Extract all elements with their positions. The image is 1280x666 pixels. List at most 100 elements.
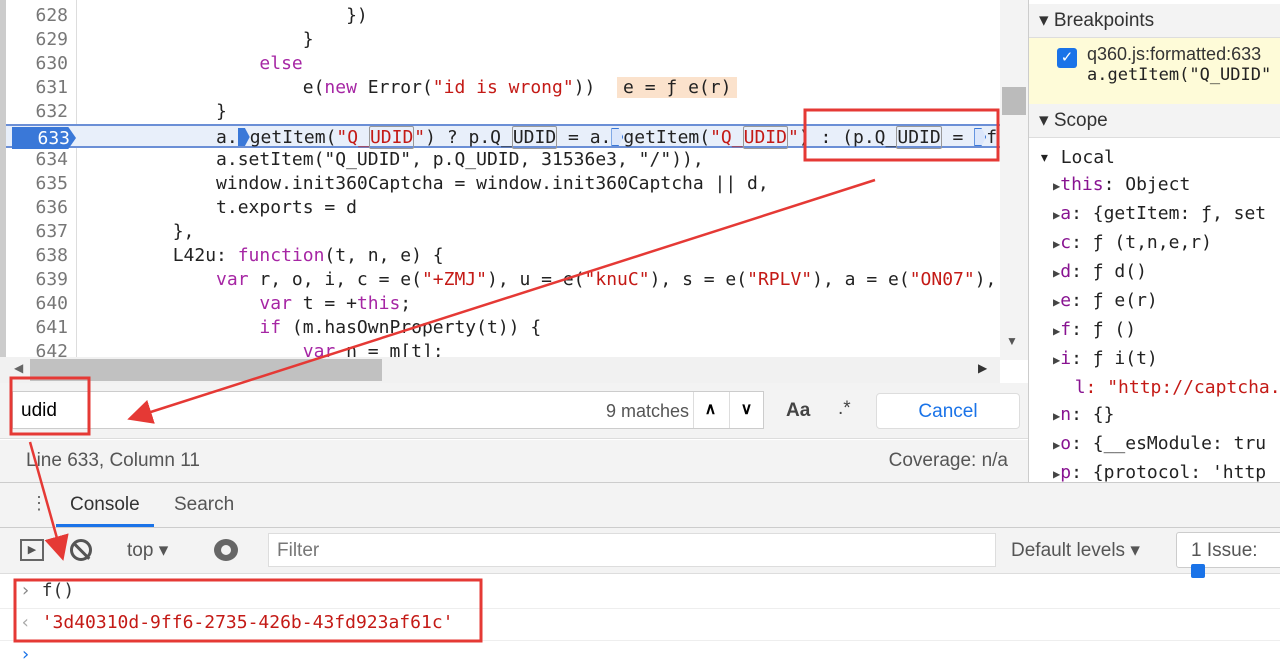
filter-input[interactable]: Filter	[268, 533, 996, 567]
line-number[interactable]: 638	[6, 244, 68, 268]
code-line[interactable]: 631 e(new Error("id is wrong")) e = ƒ e(…	[6, 76, 1000, 100]
code-line[interactable]: 639 var r, o, i, c = e("+ZMJ"), u = e("k…	[6, 268, 1000, 292]
tab-console[interactable]: Console	[56, 483, 154, 527]
code-line[interactable]: 636 t.exports = d	[6, 196, 1000, 220]
breakpoint-code: a.getItem("Q_UDID"	[1087, 65, 1272, 85]
sidebar-toggle-icon[interactable]: ▶	[20, 539, 44, 561]
scope-variable[interactable]: ▶d: ƒ d()	[1053, 258, 1280, 287]
regex-button[interactable]: .*	[838, 398, 851, 420]
code-editor[interactable]: 628 }) 629 } 630 else 631 e(new Error("id i…	[0, 0, 1000, 360]
inline-value: e = ƒ e(r)	[617, 77, 738, 98]
scope-list: ▶this: Object ▶a: {getItem: ƒ, set ▶c: ƒ (…	[1029, 171, 1280, 482]
code-line[interactable]: 635 window.init360Captcha = window.init3…	[6, 172, 1000, 196]
scope-variable[interactable]: ▶p: {protocol: 'http	[1053, 459, 1280, 482]
code-line[interactable]: 634 a.setItem("Q_UDID", p.Q_UDID, 31536e…	[6, 148, 1000, 172]
cancel-button[interactable]: Cancel	[876, 393, 1020, 429]
scope-variable[interactable]: ▶c: ƒ (t,n,e,r)	[1053, 229, 1280, 258]
code-line[interactable]: 637 },	[6, 220, 1000, 244]
line-number[interactable]: 636	[6, 196, 68, 220]
line-number[interactable]: 639	[6, 268, 68, 292]
code-line[interactable]: 630 else	[6, 52, 1000, 76]
code-line[interactable]: 628 })	[6, 4, 1000, 28]
local-title: Local	[1060, 147, 1115, 168]
scope-variable[interactable]: ▶this: Object	[1053, 171, 1280, 200]
scope-variable[interactable]: ▶e: ƒ e(r)	[1053, 287, 1280, 316]
line-number[interactable]: 629	[6, 28, 68, 52]
code-line[interactable]: 638 L42u: function(t, n, e) {	[6, 244, 1000, 268]
line-number[interactable]: 640	[6, 292, 68, 316]
previous-match-button[interactable]: ∧	[693, 392, 727, 428]
scope-title: Scope	[1053, 110, 1108, 131]
code-text: var t = +this;	[259, 293, 412, 314]
line-number[interactable]: 630	[6, 52, 68, 76]
eye-icon[interactable]	[214, 539, 238, 561]
scope-variable[interactable]: ▶o: {__esModule: tru	[1053, 430, 1280, 459]
code-text: a.setItem("Q_UDID", p.Q_UDID, 31536e3, "…	[86, 149, 704, 170]
log-levels-dropdown[interactable]: Default levels ▾	[1011, 539, 1140, 562]
breakpoint-file: q360.js:formatted:633	[1087, 44, 1262, 64]
line-number[interactable]: 634	[6, 148, 68, 172]
breakpoint-checkbox[interactable]: ✓	[1057, 48, 1077, 68]
drawer-tabs: ⋮ Console Search	[0, 482, 1280, 528]
context-label: top	[127, 540, 154, 561]
debugger-sidebar: ▾ Breakpoints ✓ q360.js:formatted:633 a.…	[1028, 0, 1280, 482]
code-text: a. getItem("Q_UDID") ? p.Q_UDID = a. getIt…	[86, 126, 1000, 149]
code-line[interactable]: 633 a. getItem("Q_UDID") ? p.Q_UDID = a. g…	[6, 124, 1000, 149]
issues-button[interactable]: 1 Issue:	[1176, 532, 1280, 578]
code-line[interactable]: 632 }	[6, 100, 1000, 124]
line-number[interactable]: 628	[6, 4, 68, 28]
line-number[interactable]: 632	[6, 100, 68, 124]
local-header[interactable]: ▾ Local	[1029, 138, 1280, 171]
next-match-button[interactable]: ∨	[729, 392, 763, 428]
scope-header[interactable]: ▾ Scope	[1029, 104, 1280, 138]
code-line[interactable]: 641 if (m.hasOwnProperty(t)) {	[6, 316, 1000, 340]
scroll-down-icon[interactable]: ▼	[1006, 334, 1018, 348]
console-result[interactable]: '3d40310d-9ff6-2735-426b-43fd923af61c'	[42, 612, 454, 633]
find-input-box[interactable]: udid 9 matches ∧ ∨	[12, 391, 764, 429]
breakpoint-item[interactable]: ✓ q360.js:formatted:633 a.getItem("Q_UDI…	[1029, 38, 1280, 104]
code-text: if (m.hasOwnProperty(t)) {	[259, 317, 542, 338]
scope-variable[interactable]: ▶n: {}	[1053, 401, 1280, 430]
code-text: e(new Error("id is wrong")) e = ƒ e(r)	[86, 76, 738, 100]
code-text: window.init360Captcha = window.init360Ca…	[86, 173, 769, 194]
code-text: else	[259, 53, 303, 74]
scope-variable[interactable]: ▶a: {getItem: ƒ, set	[1053, 200, 1280, 229]
match-case-button[interactable]: Aa	[786, 400, 810, 422]
code-line[interactable]: 629 }	[6, 28, 1000, 52]
horizontal-scrollbar[interactable]: ◀ ▶	[0, 357, 1000, 383]
scroll-right-icon[interactable]: ▶	[978, 361, 987, 375]
issues-label: 1 Issue:	[1191, 540, 1258, 561]
code-text: L42u: function(t, n, e) {	[86, 245, 444, 266]
line-number[interactable]: 641	[6, 316, 68, 340]
scroll-thumb[interactable]	[30, 359, 382, 381]
console-prompt[interactable]: ›	[20, 644, 31, 665]
result-icon: ‹	[20, 612, 42, 633]
line-number[interactable]: 635	[6, 172, 68, 196]
breakpoint-marker[interactable]: 633	[12, 127, 76, 149]
context-selector[interactable]: top ▾	[127, 539, 168, 562]
code-line[interactable]: 640 var t = +this;	[6, 292, 1000, 316]
status-bar: Line 633, Column 11 Coverage: n/a	[0, 440, 1028, 482]
input-prompt-icon: ›	[20, 580, 42, 601]
scroll-left-icon[interactable]: ◀	[14, 361, 23, 375]
scope-variable[interactable]: ▶i: ƒ i(t)	[1053, 345, 1280, 374]
find-input[interactable]: udid	[21, 400, 57, 422]
code-text: var r, o, i, c = e("+ZMJ"), u = e("knuC"…	[216, 269, 997, 290]
scope-variable[interactable]: l: "http://captcha.	[1053, 374, 1280, 401]
vertical-scrollbar[interactable]: ▼	[1000, 0, 1028, 360]
scope-variable[interactable]: ▶f: ƒ ()	[1053, 316, 1280, 345]
code-text: }	[86, 101, 227, 122]
scroll-thumb[interactable]	[1002, 87, 1026, 115]
more-icon[interactable]: ⋮	[30, 493, 48, 514]
tab-search[interactable]: Search	[160, 483, 248, 527]
cursor-position: Line 633, Column 11	[26, 450, 200, 471]
breakpoints-header[interactable]: ▾ Breakpoints	[1029, 4, 1280, 38]
coverage-status: Coverage: n/a	[888, 450, 1008, 471]
breakpoints-title: Breakpoints	[1053, 10, 1155, 31]
match-count: 9 matches	[605, 401, 689, 421]
line-number[interactable]: 637	[6, 220, 68, 244]
console-toolbar: ▶ top ▾ Filter Default levels ▾ 1 Issue:	[0, 528, 1280, 578]
clear-console-icon[interactable]	[70, 539, 92, 561]
line-number[interactable]: 631	[6, 76, 68, 100]
code-text: },	[86, 221, 195, 242]
